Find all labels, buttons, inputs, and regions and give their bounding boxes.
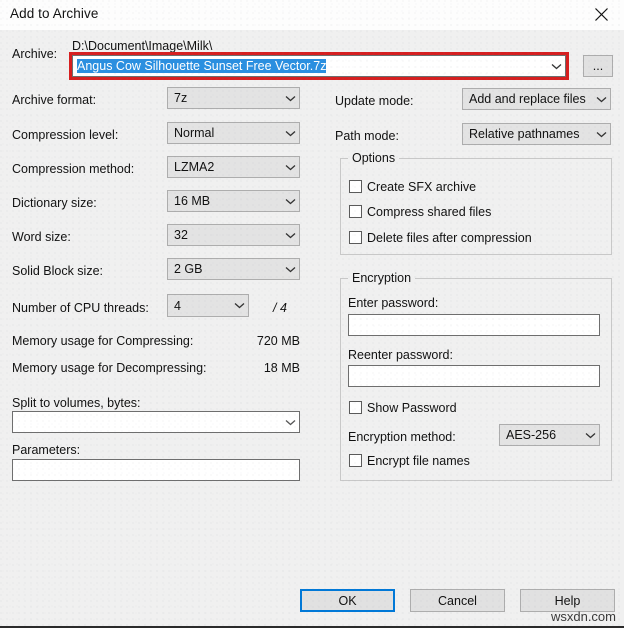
add-to-archive-dialog: Add to Archive Archive: D:\Document\Imag… bbox=[0, 0, 624, 628]
encryption-group-title: Encryption bbox=[348, 271, 415, 285]
compression-level-value: Normal bbox=[168, 126, 281, 140]
archive-format-label: Archive format: bbox=[12, 93, 96, 107]
title-bar: Add to Archive bbox=[0, 0, 624, 30]
cpu-threads-total: / 4 bbox=[273, 301, 287, 315]
encryption-method-label: Encryption method: bbox=[348, 430, 456, 444]
encrypt-file-names-label: Encrypt file names bbox=[367, 454, 470, 468]
dictionary-size-value: 16 MB bbox=[168, 194, 281, 208]
close-icon[interactable] bbox=[578, 0, 624, 29]
delete-files-after-compression-checkbox[interactable] bbox=[349, 231, 362, 244]
compress-shared-files-label: Compress shared files bbox=[367, 205, 491, 219]
archive-label: Archive: bbox=[12, 47, 57, 61]
chevron-down-icon[interactable] bbox=[281, 419, 299, 426]
memory-compressing-value: 720 MB bbox=[190, 334, 300, 348]
cpu-threads-value: 4 bbox=[168, 299, 230, 313]
chevron-down-icon[interactable] bbox=[281, 130, 299, 137]
path-mode-value: Relative pathnames bbox=[463, 127, 592, 141]
memory-decompressing-label: Memory usage for Decompressing: bbox=[12, 361, 207, 375]
options-group-title: Options bbox=[348, 151, 399, 165]
chevron-down-icon[interactable] bbox=[281, 266, 299, 273]
enter-password-input[interactable] bbox=[348, 314, 600, 336]
archive-name-value: Angus Cow Silhouette Sunset Free Vector.… bbox=[73, 59, 547, 73]
chevron-down-icon[interactable] bbox=[547, 63, 565, 70]
archive-format-value: 7z bbox=[168, 91, 281, 105]
archive-format-combobox[interactable]: 7z bbox=[167, 87, 300, 109]
parameters-input[interactable] bbox=[12, 459, 300, 481]
window-title: Add to Archive bbox=[10, 6, 98, 21]
show-password-checkbox[interactable] bbox=[349, 401, 362, 414]
enter-password-label: Enter password: bbox=[348, 296, 438, 310]
solid-block-size-label: Solid Block size: bbox=[12, 264, 103, 278]
compression-method-label: Compression method: bbox=[12, 162, 134, 176]
path-mode-combobox[interactable]: Relative pathnames bbox=[462, 123, 611, 145]
update-mode-label: Update mode: bbox=[335, 94, 414, 108]
update-mode-combobox[interactable]: Add and replace files bbox=[462, 88, 611, 110]
reenter-password-input[interactable] bbox=[348, 365, 600, 387]
word-size-value: 32 bbox=[168, 228, 281, 242]
chevron-down-icon[interactable] bbox=[281, 95, 299, 102]
chevron-down-icon[interactable] bbox=[592, 131, 610, 138]
word-size-label: Word size: bbox=[12, 230, 71, 244]
compress-shared-files-checkbox[interactable] bbox=[349, 205, 362, 218]
split-volumes-label: Split to volumes, bytes: bbox=[12, 396, 141, 410]
solid-block-size-value: 2 GB bbox=[168, 262, 281, 276]
split-volumes-combobox[interactable] bbox=[12, 411, 300, 433]
path-mode-label: Path mode: bbox=[335, 129, 399, 143]
cancel-button[interactable]: Cancel bbox=[410, 589, 505, 612]
dictionary-size-label: Dictionary size: bbox=[12, 196, 97, 210]
encrypt-file-names-checkbox[interactable] bbox=[349, 454, 362, 467]
parameters-label: Parameters: bbox=[12, 443, 80, 457]
compression-level-label: Compression level: bbox=[12, 128, 118, 142]
cpu-threads-label: Number of CPU threads: bbox=[12, 301, 149, 315]
memory-decompressing-value: 18 MB bbox=[190, 361, 300, 375]
create-sfx-archive-label: Create SFX archive bbox=[367, 180, 476, 194]
browse-button[interactable]: ... bbox=[583, 55, 613, 77]
chevron-down-icon[interactable] bbox=[281, 232, 299, 239]
encryption-method-value: AES-256 bbox=[500, 428, 581, 442]
encryption-method-combobox[interactable]: AES-256 bbox=[499, 424, 600, 446]
watermark-text: wsxdn.com bbox=[551, 609, 616, 624]
chevron-down-icon[interactable] bbox=[581, 432, 599, 439]
compression-method-value: LZMA2 bbox=[168, 160, 281, 174]
archive-name-selected-text: Angus Cow Silhouette Sunset Free Vector.… bbox=[77, 59, 326, 73]
archive-path-text: D:\Document\Image\Milk\ bbox=[72, 39, 212, 53]
solid-block-size-combobox[interactable]: 2 GB bbox=[167, 258, 300, 280]
ok-button[interactable]: OK bbox=[300, 589, 395, 612]
show-password-label: Show Password bbox=[367, 401, 457, 415]
chevron-down-icon[interactable] bbox=[281, 164, 299, 171]
chevron-down-icon[interactable] bbox=[281, 198, 299, 205]
compression-method-combobox[interactable]: LZMA2 bbox=[167, 156, 300, 178]
archive-name-combobox[interactable]: Angus Cow Silhouette Sunset Free Vector.… bbox=[72, 55, 566, 77]
word-size-combobox[interactable]: 32 bbox=[167, 224, 300, 246]
dictionary-size-combobox[interactable]: 16 MB bbox=[167, 190, 300, 212]
chevron-down-icon[interactable] bbox=[230, 302, 248, 309]
memory-compressing-label: Memory usage for Compressing: bbox=[12, 334, 193, 348]
compression-level-combobox[interactable]: Normal bbox=[167, 122, 300, 144]
reenter-password-label: Reenter password: bbox=[348, 348, 453, 362]
cpu-threads-combobox[interactable]: 4 bbox=[167, 294, 249, 317]
create-sfx-archive-checkbox[interactable] bbox=[349, 180, 362, 193]
delete-files-after-compression-label: Delete files after compression bbox=[367, 231, 532, 245]
chevron-down-icon[interactable] bbox=[592, 96, 610, 103]
update-mode-value: Add and replace files bbox=[463, 92, 592, 106]
